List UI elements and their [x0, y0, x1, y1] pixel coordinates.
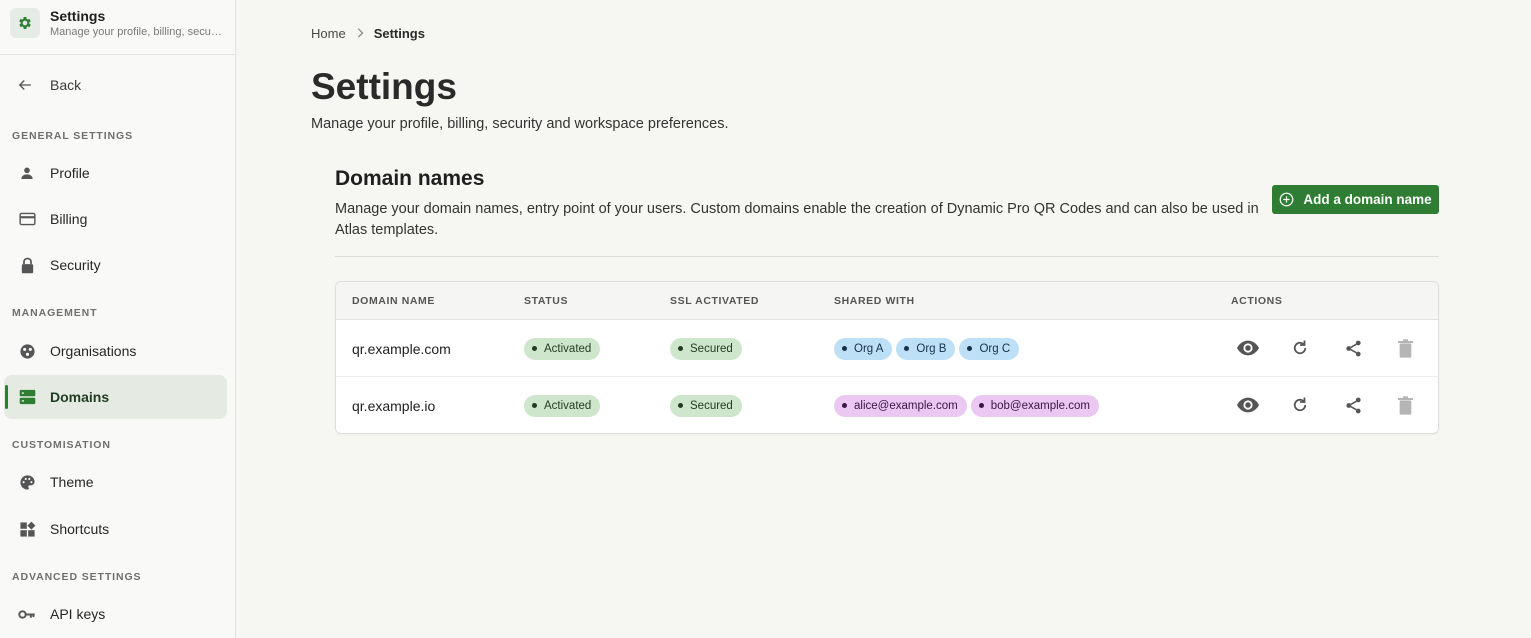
domain-name: qr.example.io: [352, 397, 436, 414]
share-icon[interactable]: [1341, 336, 1365, 360]
sidebar-item-label: Theme: [50, 474, 94, 490]
sidebar-item-label: Security: [50, 257, 101, 273]
table-header: DOMAIN NAME STATUS SSL ACTIVATED SHARED …: [336, 282, 1438, 320]
page-subtitle: Manage your profile, billing, security a…: [311, 116, 729, 132]
section-divider: [335, 256, 1439, 257]
domains-table: DOMAIN NAME STATUS SSL ACTIVATED SHARED …: [335, 281, 1439, 434]
column-header: SHARED WITH: [834, 295, 915, 307]
column-header: SSL ACTIVATED: [670, 295, 760, 307]
back-label: Back: [50, 77, 82, 93]
section-label-management: MANAGEMENT: [12, 307, 98, 319]
app-title: Settings: [50, 7, 106, 24]
sidebar-item-label: Billing: [50, 211, 88, 227]
domains-description: Manage your domain names, entry point of…: [335, 201, 1259, 238]
shared-with-chip: Org C: [959, 337, 1020, 360]
sidebar-item-label: Domains: [50, 389, 110, 405]
column-header: ACTIONS: [1231, 295, 1283, 307]
app-header: Settings Manage your profile, billing, s…: [0, 0, 235, 55]
add-domain-label: Add a domain name: [1303, 192, 1432, 207]
sidebar-item-profile[interactable]: Profile: [4, 151, 227, 195]
table-row: qr.example.com Activated Secured Org A O…: [336, 320, 1438, 377]
table-row: qr.example.io Activated Secured alice@ex…: [336, 377, 1438, 433]
sidebar-item-domains[interactable]: Domains: [4, 375, 227, 419]
section-label-general: GENERAL SETTINGS: [12, 130, 133, 142]
chevron-right-icon: [356, 26, 364, 41]
breadcrumb-current: Settings: [373, 26, 425, 41]
domains-title: Domain names: [335, 167, 485, 190]
sidebar: Settings Manage your profile, billing, s…: [0, 0, 236, 638]
organisations-icon: [18, 342, 36, 360]
refresh-icon[interactable]: [1288, 393, 1312, 417]
sidebar-item-label: Shortcuts: [50, 521, 110, 537]
sidebar-item-security[interactable]: Security: [4, 243, 227, 287]
sidebar-item-label: Organisations: [50, 343, 137, 359]
sidebar-item-label: Profile: [50, 165, 90, 181]
view-icon[interactable]: [1236, 393, 1260, 417]
sidebar-item-billing[interactable]: Billing: [4, 197, 227, 241]
domain-name: qr.example.com: [352, 340, 451, 357]
shared-with-chip: bob@example.com: [970, 394, 1099, 417]
share-icon[interactable]: [1341, 393, 1365, 417]
sidebar-item-shortcuts[interactable]: Shortcuts: [4, 507, 227, 551]
add-domain-button[interactable]: Add a domain name: [1272, 185, 1439, 214]
view-icon[interactable]: [1236, 336, 1260, 360]
back-button[interactable]: Back: [16, 76, 81, 94]
shared-with-chip: Org A: [834, 337, 893, 360]
column-header: DOMAIN NAME: [352, 295, 436, 307]
section-label-advanced: ADVANCED SETTINGS: [12, 571, 142, 583]
domains-icon: [18, 388, 36, 406]
sidebar-item-api-keys[interactable]: API keys: [4, 592, 227, 636]
ssl-badge: Secured: [670, 337, 742, 360]
ssl-badge: Secured: [670, 394, 742, 417]
palette-icon: [18, 473, 36, 491]
key-icon: [18, 605, 36, 623]
page-title: Settings: [311, 66, 457, 107]
shortcuts-icon: [18, 520, 36, 538]
section-label-customisation: CUSTOMISATION: [12, 439, 111, 451]
gear-icon: [10, 8, 40, 38]
sidebar-item-theme[interactable]: Theme: [4, 460, 227, 504]
breadcrumb: Home Settings: [311, 26, 425, 41]
status-badge: Activated: [524, 337, 601, 360]
delete-icon[interactable]: [1393, 393, 1417, 417]
shared-with-chip: Org B: [896, 337, 956, 360]
delete-icon[interactable]: [1393, 336, 1417, 360]
status-badge: Activated: [524, 394, 601, 417]
app-subtitle: Manage your profile, billing, security a…: [50, 25, 222, 38]
add-circle-icon: [1279, 192, 1294, 207]
refresh-icon[interactable]: [1288, 336, 1312, 360]
person-icon: [18, 164, 36, 182]
column-header: STATUS: [524, 295, 569, 307]
sidebar-item-label: API keys: [50, 606, 106, 622]
breadcrumb-home[interactable]: Home: [311, 26, 346, 41]
lock-icon: [18, 256, 36, 274]
credit-card-icon: [18, 210, 36, 228]
shared-with-chip: alice@example.com: [834, 394, 967, 417]
sidebar-item-organisations[interactable]: Organisations: [4, 329, 227, 373]
arrow-left-icon: [18, 80, 31, 90]
